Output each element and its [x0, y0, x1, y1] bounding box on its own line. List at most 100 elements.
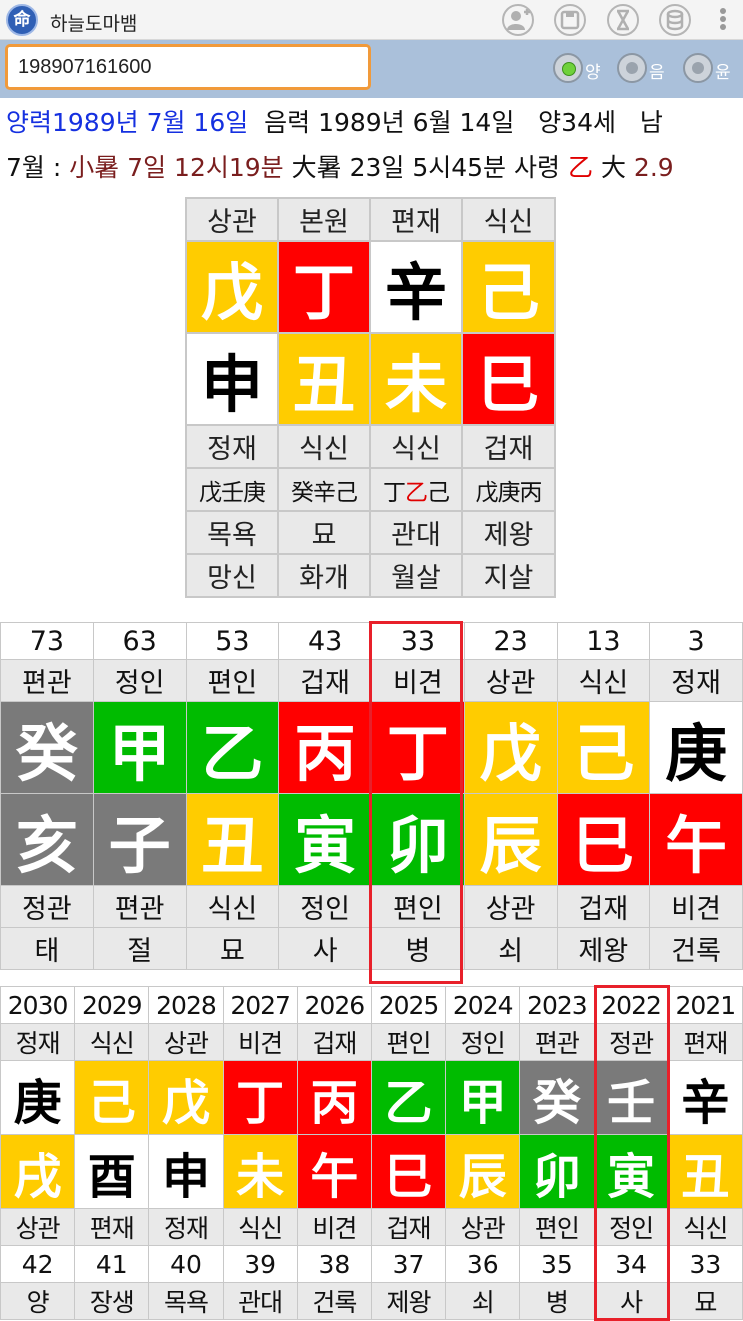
- radio-lunar-dot[interactable]: [617, 53, 647, 83]
- daeun-branch[interactable]: 辰: [463, 793, 558, 886]
- yearly-luck-table: 2030 2029 2028 2027 2026 2025 2024 2023 2022 2021…: [0, 986, 743, 1320]
- daeun-age[interactable]: 73: [0, 622, 94, 660]
- daeun-ages-row: 73 63 53 43 33 23 13 3: [0, 622, 743, 660]
- daeun-age[interactable]: 3: [649, 622, 743, 660]
- yearly-branch[interactable]: 未: [222, 1134, 298, 1209]
- radio-leap-dot[interactable]: [683, 53, 713, 83]
- yearly-year[interactable]: 2022: [593, 986, 669, 1024]
- daeun-stem[interactable]: 癸: [0, 701, 94, 794]
- yearly-branch[interactable]: 辰: [445, 1134, 521, 1209]
- yearly-branch[interactable]: 卯: [519, 1134, 595, 1209]
- daeun-stem-god: 식신: [556, 659, 651, 702]
- month-label: 7월 :: [6, 153, 62, 182]
- daeun-stem[interactable]: 乙: [185, 701, 280, 794]
- natal-branch[interactable]: 申: [185, 332, 279, 426]
- daeun-start-value: 2.9: [633, 153, 674, 182]
- add-person-icon[interactable]: [502, 4, 534, 36]
- daeun-stem[interactable]: 戊: [463, 701, 558, 794]
- daeun-branch[interactable]: 寅: [278, 793, 372, 886]
- yearly-branch[interactable]: 酉: [74, 1134, 150, 1209]
- yearly-year[interactable]: 2021: [667, 986, 743, 1024]
- daeun-branch[interactable]: 卯: [371, 793, 465, 886]
- yearly-age: 40: [148, 1245, 224, 1283]
- yearly-age: 36: [445, 1245, 521, 1283]
- natal-stem[interactable]: 辛: [369, 240, 463, 334]
- natal-branch[interactable]: 巳: [461, 332, 556, 426]
- yearly-branch[interactable]: 丑: [667, 1134, 743, 1209]
- daeun-twelve-stage: 사: [278, 927, 372, 970]
- yearly-stem[interactable]: 甲: [445, 1060, 521, 1135]
- yearly-stem[interactable]: 辛: [667, 1060, 743, 1135]
- daeun-stem[interactable]: 庚: [649, 701, 743, 794]
- daeun-branch[interactable]: 午: [649, 793, 743, 886]
- yearly-year[interactable]: 2027: [222, 986, 298, 1024]
- yearly-age: 41: [74, 1245, 150, 1283]
- yearly-branch[interactable]: 午: [296, 1134, 372, 1209]
- daeun-age[interactable]: 53: [185, 622, 280, 660]
- yearly-age: 39: [222, 1245, 298, 1283]
- more-vert-icon[interactable]: [716, 6, 730, 34]
- daeun-stages-row: 태 절 묘 사 병 쇠 제왕 건록: [0, 927, 743, 970]
- daeun-branch[interactable]: 子: [92, 793, 187, 886]
- daeun-branch[interactable]: 丑: [185, 793, 280, 886]
- yearly-stem-god: 정인: [445, 1023, 521, 1061]
- yearly-stem[interactable]: 己: [74, 1060, 150, 1135]
- yearly-stem[interactable]: 丙: [296, 1060, 372, 1135]
- yearly-branch[interactable]: 戌: [0, 1134, 76, 1209]
- yearly-branch-god: 정인: [593, 1208, 669, 1246]
- yearly-branch[interactable]: 寅: [593, 1134, 669, 1209]
- hourglass-icon[interactable]: [607, 4, 639, 36]
- yearly-stem[interactable]: 乙: [370, 1060, 447, 1135]
- daeun-stem[interactable]: 甲: [92, 701, 187, 794]
- yearly-year[interactable]: 2028: [148, 986, 224, 1024]
- daeun-stem[interactable]: 丁: [371, 701, 465, 794]
- natal-stem[interactable]: 戊: [185, 240, 279, 334]
- yearly-stem[interactable]: 壬: [593, 1060, 669, 1135]
- yearly-year[interactable]: 2030: [0, 986, 76, 1024]
- yearly-branch[interactable]: 申: [148, 1134, 224, 1209]
- daeun-age[interactable]: 43: [278, 622, 372, 660]
- natal-hidden-stems: 戊庚丙: [461, 467, 556, 512]
- daeun-age[interactable]: 13: [556, 622, 651, 660]
- daeun-branch-god: 편인: [371, 885, 465, 928]
- database-icon[interactable]: [659, 4, 691, 36]
- daeun-age[interactable]: 23: [463, 622, 558, 660]
- yearly-stem[interactable]: 戊: [148, 1060, 224, 1135]
- yearly-branch-god: 상관: [445, 1208, 521, 1246]
- yearly-year[interactable]: 2026: [296, 986, 372, 1024]
- natal-branch[interactable]: 丑: [277, 332, 371, 426]
- daeun-age[interactable]: 63: [92, 622, 187, 660]
- save-icon[interactable]: [554, 4, 586, 36]
- daeun-stem[interactable]: 己: [556, 701, 651, 794]
- yearly-stem[interactable]: 庚: [0, 1060, 76, 1135]
- natal-stem-god: 본원: [277, 197, 371, 242]
- daeun-branches-row: 亥子丑寅卯辰巳午: [0, 793, 743, 886]
- natal-stem[interactable]: 己: [461, 240, 556, 334]
- yearly-stem[interactable]: 丁: [222, 1060, 298, 1135]
- natal-stem[interactable]: 丁: [277, 240, 371, 334]
- solar-term-start: 小暑 7일 12시19분: [69, 153, 284, 182]
- natal-stem-god: 식신: [461, 197, 556, 242]
- daeun-age[interactable]: 33: [371, 622, 465, 660]
- yearly-year[interactable]: 2023: [519, 986, 595, 1024]
- yearly-stem[interactable]: 癸: [519, 1060, 595, 1135]
- birth-datetime-input[interactable]: [5, 44, 371, 90]
- daeun-start-label: 大: [600, 153, 626, 182]
- app-logo-icon[interactable]: 命: [6, 4, 38, 36]
- yearly-branch-god: 식신: [222, 1208, 298, 1246]
- yearly-year[interactable]: 2029: [74, 986, 150, 1024]
- daeun-stem-god: 상관: [463, 659, 558, 702]
- radio-solar-dot[interactable]: [553, 53, 583, 83]
- natal-branch[interactable]: 未: [369, 332, 463, 426]
- natal-twelve-stage: 관대: [369, 510, 463, 555]
- yearly-branch[interactable]: 巳: [370, 1134, 447, 1209]
- yearly-stem-god: 겁재: [296, 1023, 372, 1061]
- hidden-stems-text: 己: [427, 479, 450, 506]
- yearly-year[interactable]: 2025: [370, 986, 447, 1024]
- daeun-stem-god: 비견: [371, 659, 465, 702]
- daeun-stem-gods-row: 편관 정인 편인 겁재 비견 상관 식신 정재: [0, 659, 743, 702]
- daeun-branch[interactable]: 亥: [0, 793, 94, 886]
- daeun-stem[interactable]: 丙: [278, 701, 372, 794]
- yearly-year[interactable]: 2024: [445, 986, 521, 1024]
- daeun-branch[interactable]: 巳: [556, 793, 651, 886]
